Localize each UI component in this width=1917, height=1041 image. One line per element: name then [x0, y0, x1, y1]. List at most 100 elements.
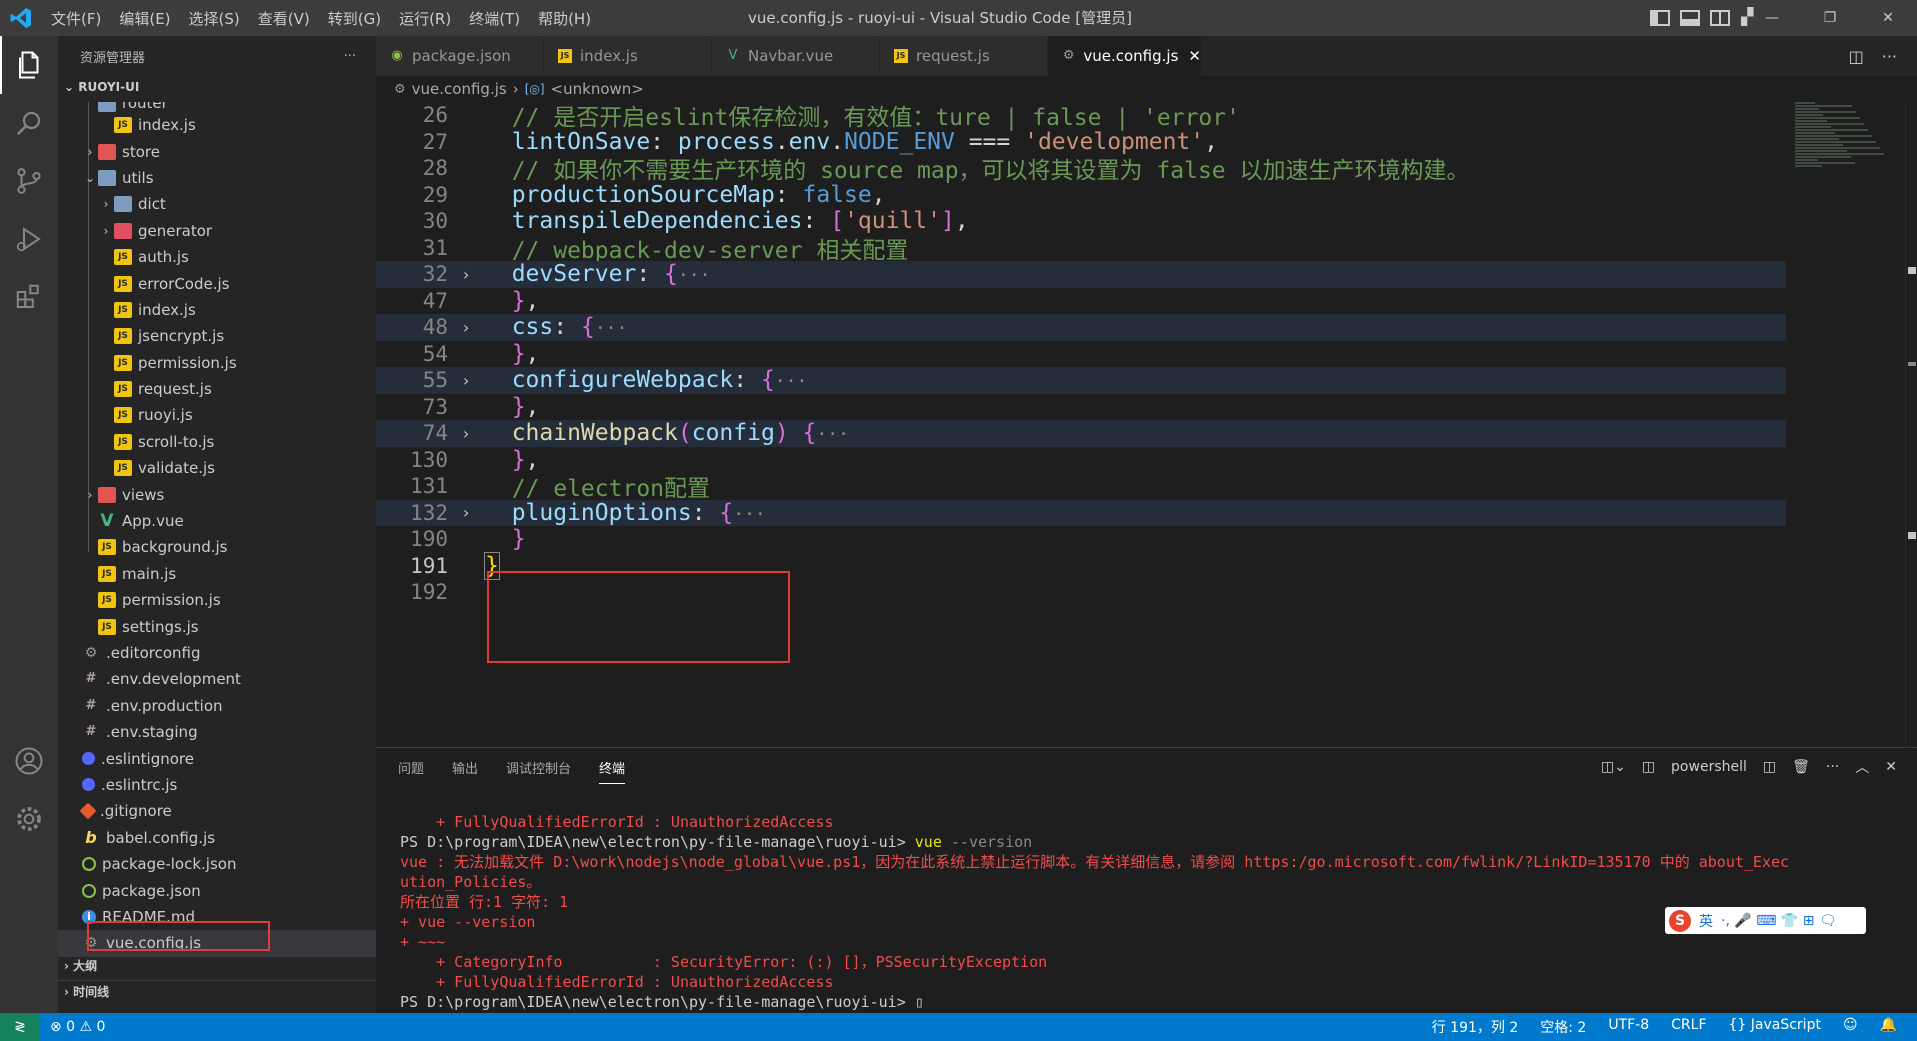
- panel-tab[interactable]: 终端: [599, 758, 626, 784]
- split-editor-icon[interactable]: ◫: [1849, 47, 1864, 66]
- menu-item[interactable]: 选择(S): [187, 6, 242, 31]
- tree-folder[interactable]: › views: [58, 481, 376, 507]
- tree-file[interactable]: JS index.js: [58, 297, 376, 323]
- problems-status[interactable]: ⊗ 0 ⚠ 0: [50, 1019, 105, 1035]
- menu-item[interactable]: 文件(F): [49, 6, 103, 31]
- menu-item[interactable]: 运行(R): [397, 6, 453, 31]
- tree-folder[interactable]: router: [58, 102, 376, 112]
- tree-folder[interactable]: ⌄ utils: [58, 165, 376, 191]
- split-terminal-icon[interactable]: ◫⌄: [1601, 759, 1626, 775]
- tree-folder[interactable]: › store: [58, 138, 376, 164]
- tree-file[interactable]: JS ruoyi.js: [58, 402, 376, 428]
- panel-more-icon[interactable]: ···: [1826, 759, 1839, 775]
- toggle-sidebar-icon[interactable]: [1650, 10, 1670, 26]
- manage-gear-icon[interactable]: [0, 790, 58, 848]
- tree-file[interactable]: JS auth.js: [58, 244, 376, 270]
- tab-request-js[interactable]: JS request.js: [880, 36, 1048, 76]
- account-icon[interactable]: [0, 732, 58, 790]
- close-panel-icon[interactable]: ✕: [1885, 759, 1897, 775]
- menu-item[interactable]: 帮助(H): [536, 6, 593, 31]
- feedback-icon[interactable]: ☺: [1843, 1017, 1858, 1037]
- tree-file[interactable]: # .env.production: [58, 693, 376, 719]
- toggle-panel-icon[interactable]: [1680, 10, 1700, 26]
- tab-vue-config-js[interactable]: ⚙ vue.config.js ✕: [1048, 36, 1202, 76]
- code-token: ]: [941, 208, 955, 235]
- editor-scrollbar[interactable]: [1905, 102, 1917, 747]
- remote-indicator-icon[interactable]: ≷: [0, 1013, 40, 1041]
- tree-file[interactable]: JS errorCode.js: [58, 270, 376, 296]
- tree-file[interactable]: JS main.js: [58, 561, 376, 587]
- indentation[interactable]: 空格: 2: [1540, 1017, 1586, 1037]
- tree-file[interactable]: ⚙ .editorconfig: [58, 640, 376, 666]
- tree-folder[interactable]: › generator: [58, 218, 376, 244]
- explorer-more-icon[interactable]: ···: [344, 49, 356, 64]
- menu-item[interactable]: 查看(V): [256, 6, 312, 31]
- source-control-icon[interactable]: [0, 152, 58, 210]
- close-window-icon[interactable]: ✕: [1859, 0, 1917, 36]
- tree-file[interactable]: JS permission.js: [58, 587, 376, 613]
- tree-item-label: .editorconfig: [106, 644, 201, 662]
- tree-file[interactable]: JS request.js: [58, 376, 376, 402]
- fold-chevron-icon[interactable]: ›: [448, 424, 484, 443]
- tree-file[interactable]: JS background.js: [58, 534, 376, 560]
- split-panel-icon[interactable]: ◫: [1763, 759, 1776, 775]
- end-of-line[interactable]: CRLF: [1671, 1017, 1706, 1037]
- menu-item[interactable]: 编辑(E): [117, 6, 172, 31]
- run-debug-icon[interactable]: [0, 210, 58, 268]
- tree-file[interactable]: .eslintignore: [58, 745, 376, 771]
- tree-file[interactable]: JS index.js: [58, 112, 376, 138]
- language-mode[interactable]: {} JavaScript: [1729, 1017, 1821, 1037]
- panel-tab[interactable]: 问题: [398, 758, 424, 777]
- search-icon[interactable]: [0, 94, 58, 152]
- extensions-icon[interactable]: [0, 268, 58, 326]
- ime-toolbar[interactable]: S 英 ·, 🎤 ⌨ 👕 ⊞ 🗨: [1665, 907, 1866, 934]
- terminal-line: PS D:\program\IDEA\new\electron\py-file-…: [400, 832, 1900, 852]
- tree-file[interactable]: package-lock.json: [58, 851, 376, 877]
- tree-file[interactable]: JS jsencrypt.js: [58, 323, 376, 349]
- code-token: ,: [525, 393, 540, 420]
- cursor-position[interactable]: 行 191，列 2: [1432, 1017, 1519, 1037]
- trash-icon[interactable]: 🗑: [1792, 759, 1810, 775]
- tab-index-js[interactable]: JS index.js: [544, 36, 712, 76]
- encoding[interactable]: UTF-8: [1608, 1017, 1649, 1037]
- terminal-shell-name[interactable]: powershell: [1671, 759, 1747, 775]
- ime-tool-icons[interactable]: ·, 🎤 ⌨ 👕 ⊞ 🗨: [1721, 913, 1837, 929]
- menu-item[interactable]: 终端(T): [467, 6, 522, 31]
- notifications-icon[interactable]: 🔔: [1880, 1017, 1897, 1037]
- tree-file[interactable]: # .env.development: [58, 666, 376, 692]
- fold-chevron-icon[interactable]: ›: [448, 371, 484, 390]
- tree-file[interactable]: V App.vue: [58, 508, 376, 534]
- tree-file[interactable]: JS settings.js: [58, 613, 376, 639]
- tab-navbar-vue[interactable]: V Navbar.vue: [712, 36, 880, 76]
- minimap[interactable]: [1795, 102, 1895, 192]
- toggle-secondary-sidebar-icon[interactable]: [1710, 10, 1730, 26]
- tree-file[interactable]: # .env.staging: [58, 719, 376, 745]
- panel-tab[interactable]: 输出: [452, 758, 478, 777]
- breadcrumb-symbol[interactable]: <unknown>: [551, 80, 644, 98]
- tree-file[interactable]: JS scroll-to.js: [58, 429, 376, 455]
- fold-chevron-icon[interactable]: ›: [448, 318, 484, 337]
- explorer-icon[interactable]: [0, 36, 58, 94]
- more-actions-icon[interactable]: ···: [1882, 47, 1897, 66]
- tab-package-json[interactable]: ◉ package.json: [376, 36, 544, 76]
- ime-lang[interactable]: 英: [1699, 911, 1713, 931]
- close-tab-icon[interactable]: ✕: [1188, 47, 1201, 65]
- menu-item[interactable]: 转到(G): [326, 6, 383, 31]
- outline-section[interactable]: › 大纲: [58, 954, 376, 976]
- fold-chevron-icon[interactable]: ›: [448, 503, 484, 522]
- tree-file[interactable]: .gitignore: [58, 798, 376, 824]
- maximize-panel-icon[interactable]: ︿: [1855, 757, 1869, 777]
- tree-file[interactable]: JS permission.js: [58, 350, 376, 376]
- panel-tab[interactable]: 调试控制台: [506, 758, 571, 777]
- fold-chevron-icon[interactable]: ›: [448, 265, 484, 284]
- tree-folder[interactable]: › dict: [58, 191, 376, 217]
- workspace-root[interactable]: ⌄ RUOYI-UI: [58, 76, 376, 98]
- timeline-section[interactable]: › 时间线: [58, 980, 376, 1002]
- tree-file[interactable]: package.json: [58, 877, 376, 903]
- tree-file[interactable]: .eslintrc.js: [58, 772, 376, 798]
- minimize-icon[interactable]: —: [1743, 0, 1801, 36]
- breadcrumb-file[interactable]: vue.config.js: [412, 80, 507, 98]
- tree-file[interactable]: b babel.config.js: [58, 825, 376, 851]
- tree-file[interactable]: JS validate.js: [58, 455, 376, 481]
- restore-icon[interactable]: ❐: [1801, 0, 1859, 36]
